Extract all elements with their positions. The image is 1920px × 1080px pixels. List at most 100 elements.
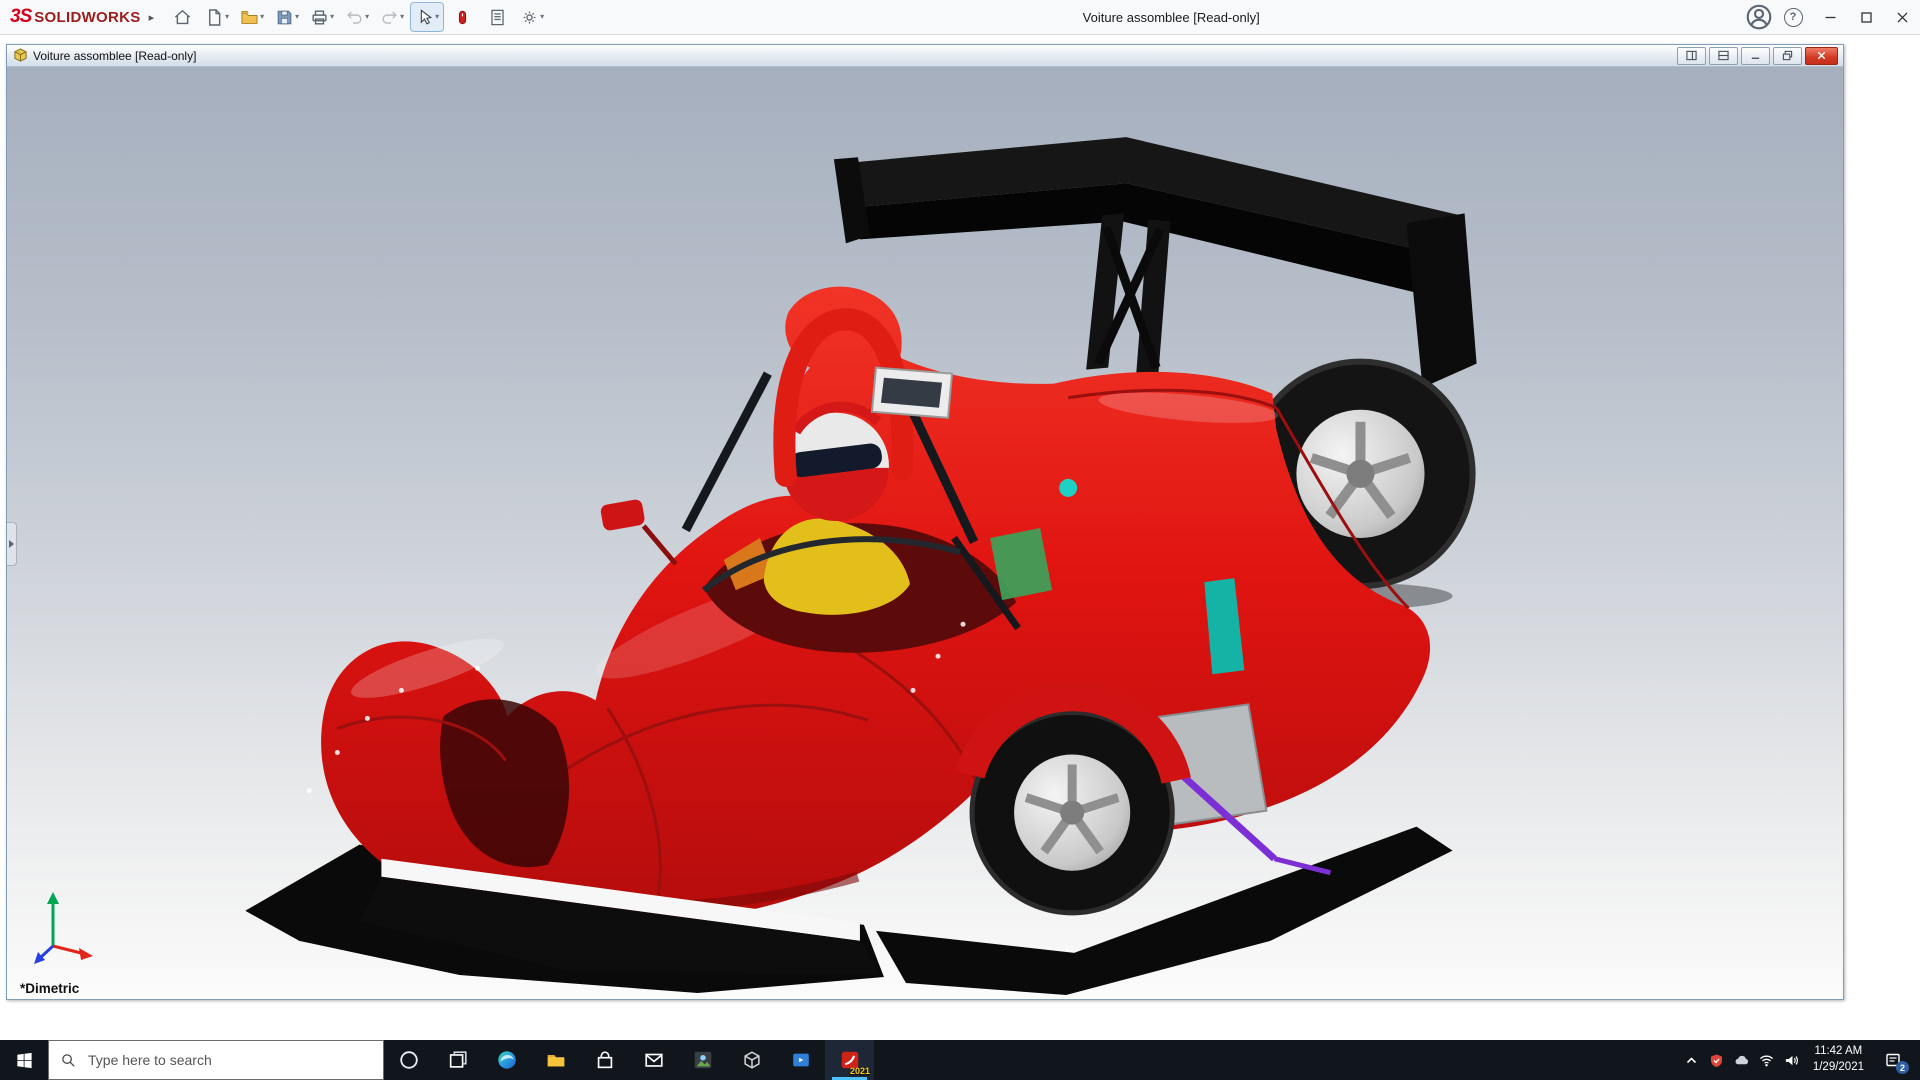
tray-network-button[interactable]	[1754, 1040, 1779, 1080]
start-button[interactable]	[0, 1040, 48, 1080]
redo-button[interactable]: ▾	[376, 3, 408, 31]
app-window-title: Voiture assomblee [Read-only]	[1082, 9, 1260, 25]
windows-taskbar: 2021 11:42 AM 1/29/2021 2	[0, 1040, 1920, 1080]
toolbar-expand-arrow-icon[interactable]: ▸	[149, 11, 155, 24]
doc-restore-button[interactable]	[1773, 46, 1802, 65]
caret-down-icon[interactable]: ▾	[540, 13, 544, 21]
tray-volume-button[interactable]	[1779, 1040, 1804, 1080]
caret-down-icon[interactable]: ▾	[435, 13, 439, 21]
select-arrow-icon	[420, 8, 433, 25]
caret-down-icon[interactable]: ▾	[260, 13, 264, 21]
task-view-icon	[449, 1051, 467, 1068]
restore-icon	[1782, 50, 1793, 61]
pane-split-horizontal-button[interactable]	[1709, 46, 1738, 65]
app-close-button[interactable]	[1884, 0, 1920, 34]
caret-down-icon[interactable]: ▾	[225, 13, 229, 21]
taskbar-search[interactable]	[48, 1040, 384, 1080]
redo-icon	[382, 10, 397, 24]
account-button[interactable]	[1744, 3, 1774, 31]
action-center-button[interactable]: 2	[1873, 1040, 1913, 1080]
volume-icon	[1785, 1055, 1798, 1065]
caret-down-icon[interactable]: ▾	[295, 13, 299, 21]
solidworks-year-badge: 2021	[849, 1066, 870, 1076]
pane-split-vertical-button[interactable]	[1677, 46, 1706, 65]
mail-app-button[interactable]	[629, 1040, 678, 1080]
movies-app-button[interactable]	[776, 1040, 825, 1080]
solidworks-app-button[interactable]: 2021	[825, 1040, 874, 1080]
race-car-3d-model	[245, 137, 1477, 995]
minimize-icon	[1751, 57, 1760, 59]
properties-sheet-icon	[490, 9, 504, 25]
open-button[interactable]: ▾	[236, 3, 268, 31]
clock-time: 11:42 AM	[1814, 1045, 1863, 1058]
new-document-icon	[209, 8, 221, 26]
dassault-logo-icon: 3S	[10, 6, 32, 27]
app-titlebar: 3S SOLIDWORKS ▸ ▾ ▾ ▾ ▾ ▾ ▾ ▾ ▾ Voiture …	[0, 0, 1920, 35]
home-button[interactable]	[166, 3, 198, 31]
photos-icon	[694, 1051, 711, 1069]
taskbar-clock[interactable]: 11:42 AM 1/29/2021	[1804, 1044, 1873, 1075]
brand-name: SOLIDWORKS	[34, 9, 141, 26]
minimize-icon	[1825, 16, 1835, 18]
search-icon	[62, 1053, 75, 1067]
maximize-icon	[1860, 11, 1872, 23]
task-view-button[interactable]	[433, 1040, 482, 1080]
caret-down-icon[interactable]: ▾	[365, 13, 369, 21]
doc-close-button[interactable]	[1805, 46, 1838, 65]
undo-button[interactable]: ▾	[341, 3, 373, 31]
system-tray: 11:42 AM 1/29/2021 2	[1679, 1040, 1920, 1080]
account-icon	[1746, 4, 1772, 30]
file-explorer-button[interactable]	[531, 1040, 580, 1080]
document-properties-button[interactable]	[481, 3, 513, 31]
tray-onedrive-button[interactable]	[1729, 1040, 1754, 1080]
assembly-document-icon	[14, 48, 27, 62]
app-maximize-button[interactable]	[1848, 0, 1884, 34]
edge-app-button[interactable]	[482, 1040, 531, 1080]
mouse-icon	[458, 10, 466, 24]
document-window: Voiture assomblee [Read-only] *Dimetric	[6, 44, 1844, 1000]
help-button[interactable]: ?	[1778, 3, 1808, 31]
options-button[interactable]: ▾	[516, 3, 548, 31]
search-input[interactable]	[86, 1051, 372, 1069]
save-icon	[277, 10, 292, 24]
store-app-button[interactable]	[580, 1040, 629, 1080]
caret-down-icon[interactable]: ▾	[400, 13, 404, 21]
open-folder-icon	[241, 10, 258, 24]
print-button[interactable]: ▾	[306, 3, 338, 31]
caret-down-icon[interactable]: ▾	[330, 13, 334, 21]
gear-icon	[523, 11, 536, 23]
help-icon: ?	[1783, 7, 1803, 27]
save-button[interactable]: ▾	[271, 3, 303, 31]
select-tool-button[interactable]: ▾	[410, 2, 445, 32]
mouse-gestures-button[interactable]	[446, 3, 478, 31]
app-minimize-button[interactable]	[1812, 0, 1848, 34]
split-pane-vertical-icon	[1686, 50, 1697, 61]
movies-icon	[792, 1053, 809, 1067]
view-orientation-label: *Dimetric	[20, 981, 80, 996]
3d-viewer-app-button[interactable]	[727, 1040, 776, 1080]
document-titlebar[interactable]: Voiture assomblee [Read-only]	[7, 45, 1843, 67]
new-document-button[interactable]: ▾	[201, 3, 233, 31]
document-title: Voiture assomblee [Read-only]	[33, 48, 197, 63]
tray-security-button[interactable]	[1704, 1040, 1729, 1080]
document-window-controls	[1677, 46, 1840, 65]
home-icon	[174, 9, 190, 24]
close-icon	[1897, 12, 1907, 22]
cloud-icon	[1735, 1055, 1748, 1064]
edge-icon	[497, 1051, 516, 1069]
chevron-up-icon	[1686, 1056, 1696, 1063]
cortana-button[interactable]	[384, 1040, 433, 1080]
store-icon	[597, 1051, 612, 1069]
doc-minimize-button[interactable]	[1741, 46, 1770, 65]
3d-cube-icon	[743, 1051, 760, 1069]
photos-app-button[interactable]	[678, 1040, 727, 1080]
undo-icon	[347, 10, 362, 24]
graphics-viewport[interactable]: *Dimetric	[7, 67, 1843, 999]
tray-chevron-button[interactable]	[1679, 1040, 1704, 1080]
feature-manager-splitter-handle[interactable]	[7, 522, 17, 566]
mail-icon	[644, 1053, 663, 1067]
notification-count-badge: 2	[1896, 1061, 1909, 1074]
print-icon	[312, 9, 327, 25]
titlebar-right-controls: ?	[1744, 0, 1920, 34]
split-pane-horizontal-icon	[1718, 50, 1729, 61]
